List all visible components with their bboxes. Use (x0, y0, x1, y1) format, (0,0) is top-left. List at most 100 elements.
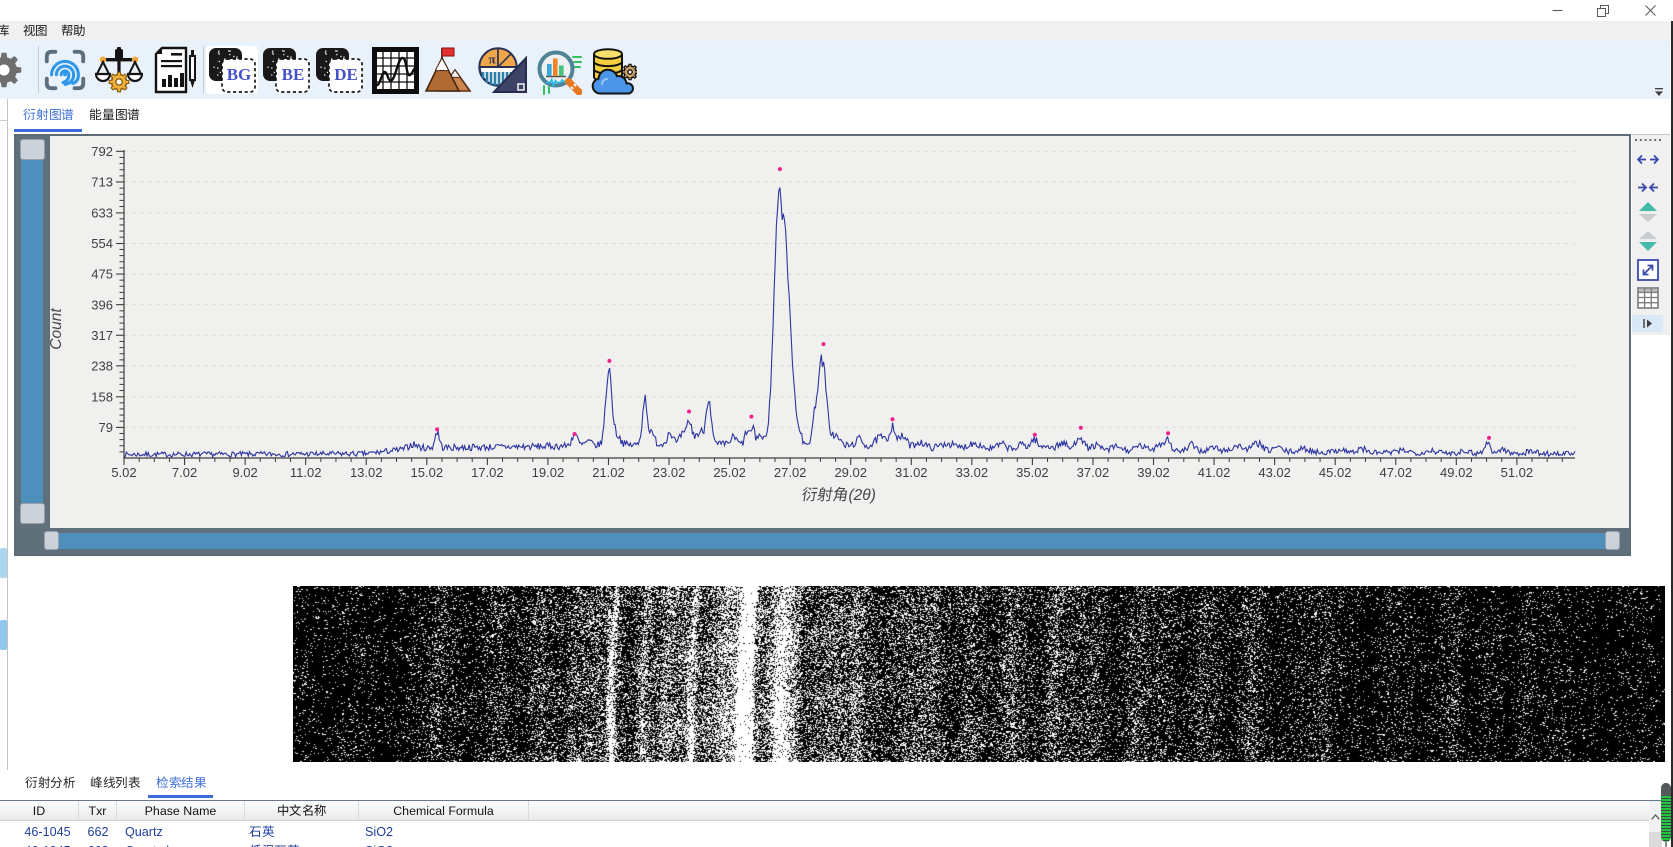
svg-text:33.02: 33.02 (956, 465, 989, 480)
minimize-button[interactable] (1542, 0, 1572, 21)
tab-label (89, 107, 140, 122)
fingerprint-search-button[interactable] (41, 46, 89, 94)
title-bar[interactable] (0, 0, 1673, 21)
horizontal-zoom-handle-left[interactable] (44, 531, 59, 550)
toolbar: BG BE DE (0, 41, 1670, 99)
tab-label (156, 776, 206, 790)
vertical-zoom-handle-top[interactable] (20, 139, 45, 160)
column-header-phase-name[interactable]: Phase Name (117, 801, 245, 821)
be-icon: BE (261, 46, 311, 94)
svg-text:396: 396 (91, 297, 113, 312)
tab-label (90, 776, 140, 790)
shift-up-button[interactable] (1635, 201, 1661, 223)
background-de-button[interactable]: DE (313, 46, 365, 94)
data-grid-button[interactable] (1635, 287, 1661, 309)
svg-text:713: 713 (91, 175, 113, 190)
restore-button[interactable] (1588, 0, 1618, 21)
tab-energy-spectrum[interactable] (89, 107, 140, 122)
svg-text:π: π (489, 52, 496, 67)
collapsed-left-panel[interactable] (0, 99, 8, 774)
svg-text:17.02: 17.02 (471, 465, 504, 480)
window-scroll-thumb[interactable] (1661, 783, 1671, 842)
table-header-row: ID Txr Phase Name Chemical Formula (0, 801, 1649, 821)
collapse-horizontal-icon (1637, 181, 1659, 194)
collapse-side-panel-button[interactable] (1632, 315, 1663, 332)
column-label (277, 804, 327, 818)
bg-icon: BG (207, 46, 257, 94)
quant-analysis-button[interactable]: π (478, 46, 528, 94)
svg-text:475: 475 (91, 267, 113, 282)
settings-gear-button[interactable] (0, 46, 26, 94)
expand-horizontal-button[interactable] (1635, 148, 1661, 170)
column-header-cn-name[interactable] (245, 801, 359, 821)
cell-cn-name (249, 825, 274, 839)
search-results-table: ID Txr Phase Name Chemical Formula 46-10… (0, 800, 1670, 847)
table-row[interactable]: 46-1045 662 Quartz SiO2 (0, 822, 1649, 842)
column-header-txr[interactable]: Txr (79, 801, 117, 821)
chart-side-toolbar (1632, 134, 1670, 335)
pi-chart-triangle-icon: π (478, 46, 528, 94)
svg-text:43.02: 43.02 (1258, 465, 1291, 480)
tab-diffraction-analysis[interactable] (25, 776, 75, 790)
vertical-zoom-handle-bottom[interactable] (20, 503, 45, 524)
horizontal-zoom-handle-right[interactable] (1605, 531, 1620, 550)
horizontal-zoom-range[interactable] (50, 533, 1618, 549)
tab-label (25, 776, 75, 790)
svg-text:23.02: 23.02 (653, 465, 686, 480)
svg-text:11.02: 11.02 (290, 465, 322, 480)
menu-item-label (61, 24, 86, 38)
toolbar-separator (38, 46, 39, 93)
magnifier-chart-icon (532, 46, 582, 95)
balance-calibration-button[interactable] (94, 46, 144, 94)
tab-search-results[interactable] (156, 776, 206, 790)
svg-text:51.02: 51.02 (1501, 465, 1534, 480)
toolbar-overflow-button[interactable] (1654, 84, 1666, 96)
analysis-tab-bar (0, 770, 1673, 800)
column-header-empty (529, 801, 1649, 821)
column-header-id[interactable]: ID (0, 801, 79, 821)
scroll-thumb-cap (1661, 783, 1671, 796)
analysis-report-button[interactable] (148, 46, 200, 94)
horizontal-zoom-gutter (16, 528, 1629, 554)
table-row-partial[interactable]: 46-1045 662 Quartz low SiO2 (0, 841, 1649, 847)
background-bg-button[interactable]: BG (206, 46, 258, 94)
menu-item-label (0, 24, 10, 38)
menu-item-library[interactable] (0, 21, 11, 41)
peak-search-button[interactable] (424, 46, 474, 94)
menu-item-help[interactable] (54, 21, 92, 41)
shift-down-icon (1638, 230, 1658, 252)
svg-text:49.02: 49.02 (1440, 465, 1473, 480)
plot-area[interactable]: 791582383173964755546337137925.027.029.0… (50, 136, 1629, 528)
collapse-horizontal-button[interactable] (1635, 176, 1661, 198)
close-button[interactable] (1635, 0, 1665, 21)
y-axis-title: Count (50, 308, 65, 350)
restore-icon (1597, 5, 1609, 17)
vertical-zoom-range[interactable] (21, 145, 43, 520)
database-cloud-icon (586, 46, 637, 95)
mountain-flag-icon (425, 46, 473, 94)
detector-band-image (293, 586, 1665, 762)
svg-text:31.02: 31.02 (895, 465, 928, 480)
background-be-button[interactable]: BE (260, 46, 312, 94)
svg-text:554: 554 (91, 236, 113, 251)
svg-text:9.02: 9.02 (232, 465, 257, 480)
diffraction-chart-panel: 791582383173964755546337137925.027.029.0… (14, 134, 1631, 556)
tab-peak-list[interactable] (90, 776, 140, 790)
search-match-button[interactable] (531, 46, 583, 94)
report-document-icon (149, 46, 199, 94)
svg-text:47.02: 47.02 (1379, 465, 1412, 480)
database-cloud-button[interactable] (585, 46, 637, 94)
svg-text:19.02: 19.02 (532, 465, 565, 480)
collapse-panel-icon (1643, 319, 1653, 328)
column-label: Txr (89, 804, 107, 818)
svg-text:317: 317 (91, 328, 113, 343)
fullscreen-button[interactable] (1635, 259, 1661, 281)
shift-down-button[interactable] (1635, 230, 1661, 252)
column-header-chemical-formula[interactable]: Chemical Formula (359, 801, 529, 821)
menu-item-view[interactable] (16, 21, 54, 41)
svg-text:37.02: 37.02 (1077, 465, 1110, 480)
de-label: DE (334, 65, 358, 84)
pattern-grid-button[interactable] (370, 46, 420, 94)
column-label: Chemical Formula (393, 804, 494, 818)
tab-diffraction-pattern[interactable] (23, 107, 74, 122)
